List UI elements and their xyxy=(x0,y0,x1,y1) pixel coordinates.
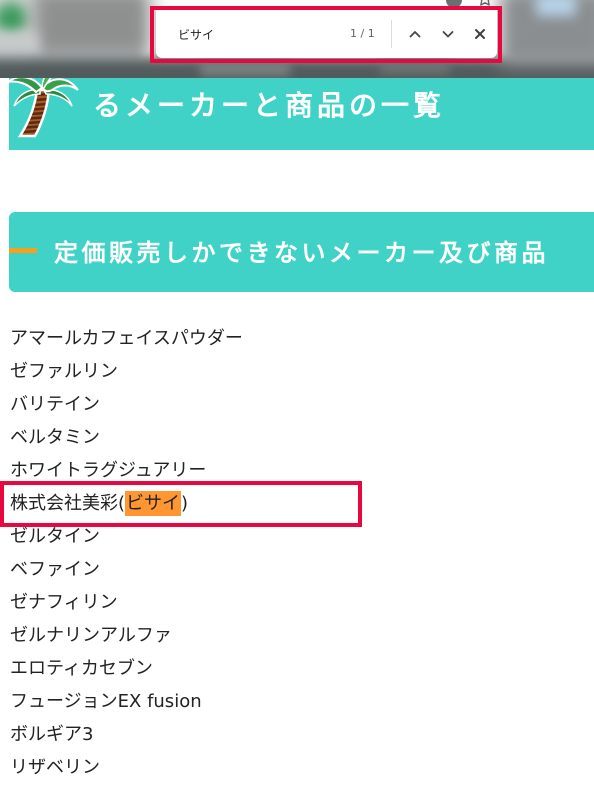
list-item: ホワイトラグジュアリー xyxy=(10,460,207,481)
list-item: フュージョンEX fusion xyxy=(10,691,202,712)
bookmark-star-icon[interactable] xyxy=(477,0,493,7)
section-title: 定価販売しかできないメーカー及び商品 xyxy=(54,239,549,267)
list-item: ゼナフィリン xyxy=(10,592,118,613)
find-match-count: 1 / 1 xyxy=(350,27,375,40)
list-item: ボルギア3 xyxy=(10,724,94,745)
page-title: るメーカーと商品の一覧 xyxy=(93,89,446,122)
previous-match-button[interactable] xyxy=(401,20,429,48)
chevron-up-icon xyxy=(409,31,421,38)
page-title-banner: るメーカーと商品の一覧 xyxy=(9,66,594,150)
blur-patch xyxy=(0,2,28,36)
close-find-button[interactable] xyxy=(466,20,494,48)
list-item: ゼルナリンアルファ xyxy=(10,625,172,646)
list-item: エロティカセブン xyxy=(10,658,153,679)
blur-patch xyxy=(200,62,290,76)
list-item-text-after: ) xyxy=(181,493,189,514)
list-item: ゼファルリン xyxy=(10,361,118,382)
find-bar: 1 / 1 xyxy=(156,10,497,58)
find-input[interactable] xyxy=(174,24,348,44)
list-item: ゼルタイン xyxy=(10,526,100,547)
blur-patch xyxy=(0,32,38,60)
list-item: ベルタミン xyxy=(10,427,100,448)
list-item: バリテイン xyxy=(10,394,100,415)
heading-accent-bar xyxy=(9,248,37,253)
product-list: アマールカフェイスパウダー ゼファルリン バリテイン ベルタミン ホワイトラグジ… xyxy=(10,322,594,784)
next-match-button[interactable] xyxy=(434,20,462,48)
list-item: アマールカフェイスパウダー xyxy=(10,328,243,349)
chevron-down-icon xyxy=(442,31,454,38)
blur-patch xyxy=(536,0,576,16)
find-divider xyxy=(391,20,392,48)
blur-patch xyxy=(380,60,450,74)
list-item: リザベリン xyxy=(10,757,100,778)
blur-patch xyxy=(34,0,150,56)
list-item-text-before: 株式会社美彩( xyxy=(10,493,126,514)
find-match-highlight: ビサイ xyxy=(125,491,182,516)
list-item: ベファイン xyxy=(10,559,100,580)
section-heading: 定価販売しかできないメーカー及び商品 xyxy=(9,212,594,292)
close-icon xyxy=(475,29,485,39)
list-item-highlighted: 株式会社美彩(ビサイ) xyxy=(10,487,594,520)
